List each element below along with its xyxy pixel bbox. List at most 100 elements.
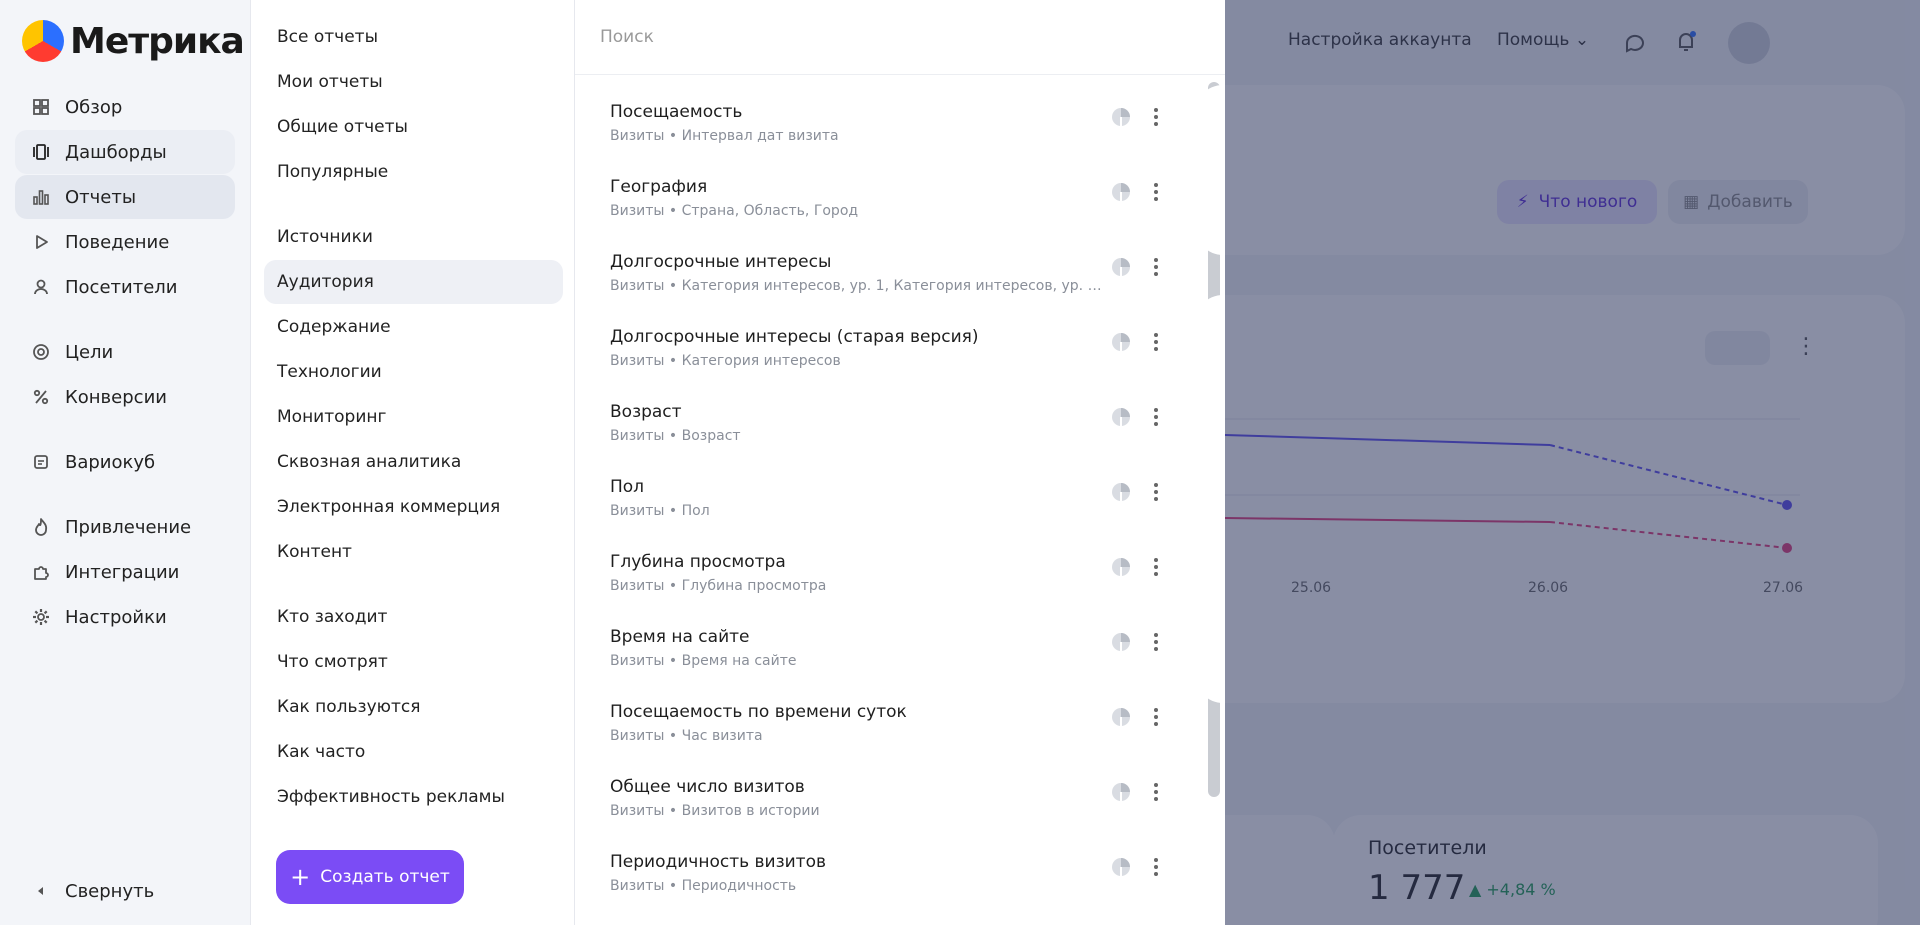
pie-chart-icon[interactable] bbox=[1110, 331, 1132, 353]
pie-chart-icon[interactable] bbox=[1110, 256, 1132, 278]
report-category[interactable]: Кто заходит bbox=[264, 595, 563, 639]
report-category[interactable]: Содержание bbox=[264, 305, 563, 349]
report-title: Посещаемость по времени суток bbox=[610, 702, 907, 722]
report-subtitle: Визиты • Категория интересов bbox=[610, 353, 841, 369]
sidebar-item-label: Привлечение bbox=[65, 516, 192, 538]
brand-name: Метрика bbox=[70, 20, 245, 62]
pie-chart-icon[interactable] bbox=[1110, 181, 1132, 203]
search-input[interactable] bbox=[600, 20, 1180, 54]
search-bar bbox=[575, 0, 1225, 75]
sidebar-item-10[interactable]: Интеграции bbox=[15, 550, 235, 594]
sidebar-item-4[interactable]: Поведение bbox=[15, 220, 235, 264]
sidebar-item-8[interactable]: Вариокуб bbox=[15, 440, 235, 484]
caret-left-icon bbox=[29, 879, 53, 903]
add-widget-button[interactable]: ▦ Добавить bbox=[1668, 180, 1808, 224]
sidebar-item-11[interactable]: Настройки bbox=[15, 595, 235, 639]
more-vertical-icon[interactable] bbox=[1148, 704, 1164, 730]
chart-settings-button[interactable] bbox=[1705, 331, 1770, 365]
report-subtitle: Визиты • Визитов в истории bbox=[610, 803, 820, 819]
sidebar-item-2[interactable]: Дашборды bbox=[15, 130, 235, 174]
report-category[interactable]: Мои отчеты bbox=[264, 60, 563, 104]
pie-chart-icon[interactable] bbox=[1110, 481, 1132, 503]
report-category[interactable]: Как часто bbox=[264, 730, 563, 774]
more-vertical-icon[interactable] bbox=[1148, 179, 1164, 205]
sidebar-item-1[interactable]: Обзор bbox=[15, 85, 235, 129]
create-report-label: Создать отчет bbox=[320, 867, 450, 887]
report-row[interactable]: Пол Визиты • Пол bbox=[610, 473, 1190, 533]
report-row[interactable]: Периодичность визитов Визиты • Периодично… bbox=[610, 848, 1190, 908]
more-vertical-icon[interactable] bbox=[1148, 329, 1164, 355]
report-category[interactable]: Контент bbox=[264, 530, 563, 574]
pie-chart-icon[interactable] bbox=[1110, 631, 1132, 653]
report-category[interactable]: Сквозная аналитика bbox=[264, 440, 563, 484]
pie-chart-icon[interactable] bbox=[1110, 106, 1132, 128]
reports-list-panel: Посещаемость Визиты • Интервал дат визита… bbox=[575, 0, 1225, 925]
report-category[interactable]: Эффективность рекламы bbox=[264, 775, 563, 819]
report-category[interactable]: Мониторинг bbox=[264, 395, 563, 439]
more-vertical-icon[interactable] bbox=[1148, 629, 1164, 655]
report-title: Долгосрочные интересы bbox=[610, 252, 832, 272]
more-vertical-icon[interactable]: ⋮ bbox=[1795, 334, 1817, 359]
user-icon bbox=[29, 275, 53, 299]
report-category[interactable]: Как пользуются bbox=[264, 685, 563, 729]
report-row[interactable]: Общее число визитов Визиты • Визитов в ис… bbox=[610, 773, 1190, 833]
report-category[interactable]: Что смотрят bbox=[264, 640, 563, 684]
account-settings-link[interactable]: Настройка аккаунта bbox=[1288, 30, 1472, 50]
report-row[interactable]: Долгосрочные интересы Визиты • Категория … bbox=[610, 248, 1190, 308]
sidebar-item-9[interactable]: Привлечение bbox=[15, 505, 235, 549]
report-category[interactable]: Электронная коммерция bbox=[264, 485, 563, 529]
report-category[interactable]: Источники bbox=[264, 215, 563, 259]
metrika-logo-icon bbox=[22, 20, 64, 62]
report-row[interactable]: Посещаемость Визиты • Интервал дат визита bbox=[610, 98, 1190, 158]
more-vertical-icon[interactable] bbox=[1148, 554, 1164, 580]
pie-chart-icon[interactable] bbox=[1110, 781, 1132, 803]
bell-icon[interactable] bbox=[1674, 29, 1698, 55]
target-icon bbox=[29, 340, 53, 364]
report-category[interactable]: Аудитория bbox=[264, 260, 563, 304]
pie-chart-icon[interactable] bbox=[1110, 856, 1132, 878]
report-row[interactable]: Глубина просмотра Визиты • Глубина просмо… bbox=[610, 548, 1190, 608]
pie-chart-icon[interactable] bbox=[1110, 706, 1132, 728]
chart-lines bbox=[1225, 418, 1800, 553]
help-menu[interactable]: Помощь ⌄ bbox=[1497, 30, 1589, 50]
report-category[interactable]: Все отчеты bbox=[264, 15, 563, 59]
more-vertical-icon[interactable] bbox=[1148, 104, 1164, 130]
more-vertical-icon[interactable] bbox=[1148, 854, 1164, 880]
visitors-value: 1 777 bbox=[1368, 868, 1466, 908]
report-category[interactable]: Технологии bbox=[264, 350, 563, 394]
avatar[interactable] bbox=[1728, 22, 1770, 64]
variocube-icon bbox=[29, 450, 53, 474]
lightning-icon: ⚡ bbox=[1516, 192, 1529, 212]
whats-new-button[interactable]: ⚡ Что нового bbox=[1497, 180, 1657, 224]
sidebar-item-6[interactable]: Цели bbox=[15, 330, 235, 374]
more-vertical-icon[interactable] bbox=[1148, 404, 1164, 430]
sidebar-item-label: Поведение bbox=[65, 231, 170, 253]
collapse-sidebar-button[interactable]: Свернуть bbox=[15, 869, 235, 913]
chat-icon[interactable] bbox=[1623, 31, 1647, 55]
pie-chart-icon[interactable] bbox=[1110, 406, 1132, 428]
whats-new-label: Что нового bbox=[1538, 192, 1638, 212]
pie-chart-icon[interactable] bbox=[1110, 556, 1132, 578]
more-vertical-icon[interactable] bbox=[1148, 254, 1164, 280]
more-vertical-icon[interactable] bbox=[1148, 779, 1164, 805]
report-row[interactable]: Возраст Визиты • Возраст bbox=[610, 398, 1190, 458]
fire-icon bbox=[29, 515, 53, 539]
report-title: Возраст bbox=[610, 402, 682, 422]
sidebar-item-3[interactable]: Отчеты bbox=[15, 175, 235, 219]
dashboard-background: Настройка аккаунта Помощь ⌄ ⚡ Что нового… bbox=[1195, 0, 1920, 925]
metrika-logo[interactable]: Метрика bbox=[22, 20, 245, 62]
sidebar-item-label: Посетители bbox=[65, 276, 178, 298]
more-vertical-icon[interactable] bbox=[1148, 479, 1164, 505]
sidebar-item-5[interactable]: Посетители bbox=[15, 265, 235, 309]
report-row[interactable]: Время на сайте Визиты • Время на сайте bbox=[610, 623, 1190, 683]
report-category[interactable]: Популярные bbox=[264, 150, 563, 194]
visitors-delta: ▲ +4,84 % bbox=[1469, 880, 1556, 899]
create-report-button[interactable]: + Создать отчет bbox=[276, 850, 464, 904]
sidebar-item-7[interactable]: Конверсии bbox=[15, 375, 235, 419]
report-row[interactable]: Долгосрочные интересы (старая версия) Виз… bbox=[610, 323, 1190, 383]
sidebar-item-label: Настройки bbox=[65, 606, 167, 628]
plus-icon: + bbox=[290, 863, 311, 891]
report-row[interactable]: География Визиты • Страна, Область, Город bbox=[610, 173, 1190, 233]
report-category[interactable]: Общие отчеты bbox=[264, 105, 563, 149]
report-row[interactable]: Посещаемость по времени суток Визиты • Ча… bbox=[610, 698, 1190, 758]
